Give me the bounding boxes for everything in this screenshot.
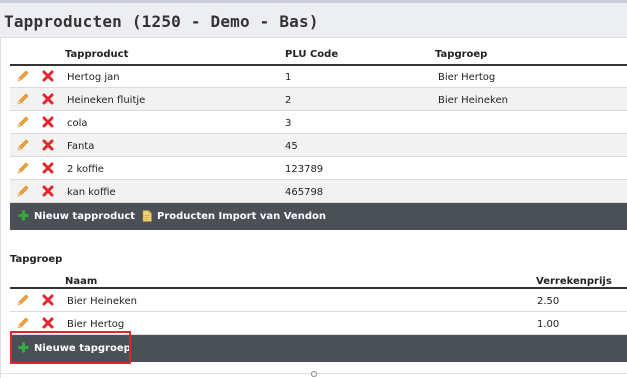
product-plu: 1 (285, 72, 292, 83)
delete-x-icon[interactable] (41, 138, 55, 152)
product-plu: 123789 (285, 164, 324, 175)
table-row: Heineken fluitje 2 Bier Heineken (10, 88, 627, 111)
product-plu: 2 (285, 95, 292, 106)
group-name: Bier Hertog (67, 319, 125, 330)
product-name: Hertog jan (67, 72, 120, 83)
product-name: Fanta (67, 141, 95, 152)
product-name: 2 koffie (67, 164, 104, 175)
column-header-naam[interactable]: Naam (65, 276, 97, 287)
pencil-icon[interactable] (16, 316, 30, 330)
column-header-tapproduct[interactable]: Tapproduct (65, 49, 128, 60)
table-row: Fanta 45 (10, 134, 627, 157)
product-plu: 3 (285, 118, 292, 129)
pencil-icon[interactable] (16, 138, 30, 152)
pencil-icon[interactable] (16, 69, 30, 83)
plus-icon (18, 210, 29, 221)
table-row: Bier Heineken 2.50 (10, 289, 627, 312)
table-row: kan koffie 465798 (10, 180, 627, 203)
pencil-icon[interactable] (16, 293, 30, 307)
product-name: cola (67, 118, 88, 129)
table-row: Hertog jan 1 Bier Hertog (10, 65, 627, 88)
pencil-icon[interactable] (16, 161, 30, 175)
page: Tapproducten (1250 - Demo - Bas) Tapprod… (0, 0, 627, 378)
product-plu: 465798 (285, 187, 324, 198)
product-name: kan koffie (67, 187, 116, 198)
frame-border (0, 37, 1, 378)
column-header-verrekenprijs[interactable]: Verrekenprijs (536, 276, 612, 287)
column-header-tapgroep[interactable]: Tapgroep (435, 49, 487, 60)
table-row: 2 koffie 123789 (10, 157, 627, 180)
delete-x-icon[interactable] (41, 316, 55, 330)
new-tapgroep-label: Nieuwe tapgroep (34, 343, 131, 354)
delete-x-icon[interactable] (41, 69, 55, 83)
new-tapproduct-label: Nieuw tapproduct (34, 211, 136, 222)
group-price: 2.50 (537, 296, 560, 307)
pencil-icon[interactable] (16, 115, 30, 129)
delete-x-icon[interactable] (41, 161, 55, 175)
table-row: Bier Hertog 1.00 (10, 312, 627, 335)
pencil-icon[interactable] (16, 184, 30, 198)
column-header-plu-code[interactable]: PLU Code (285, 49, 338, 60)
product-group: Bier Heineken (438, 95, 508, 106)
group-name: Bier Heineken (67, 296, 137, 307)
new-tapgroep-button[interactable]: Nieuwe tapgroep (16, 335, 131, 362)
product-plu: 45 (285, 141, 298, 152)
delete-x-icon[interactable] (41, 92, 55, 106)
groups-table-header: Naam Verrekenprijs (10, 266, 627, 289)
page-title: Tapproducten (1250 - Demo - Bas) (4, 12, 319, 31)
import-vendon-button[interactable]: Producten Import van Vendon (140, 203, 326, 230)
resize-handle[interactable] (311, 371, 317, 377)
new-tapproduct-button[interactable]: Nieuw tapproduct (16, 203, 135, 230)
section-title-tapgroep: Tapgroep (10, 254, 63, 265)
delete-x-icon[interactable] (41, 115, 55, 129)
delete-x-icon[interactable] (41, 184, 55, 198)
plus-icon (18, 342, 29, 353)
pencil-icon[interactable] (16, 92, 30, 106)
group-price: 1.00 (537, 319, 560, 330)
import-vendon-label: Producten Import van Vendon (157, 211, 326, 222)
delete-x-icon[interactable] (41, 293, 55, 307)
products-toolbar: Nieuw tapproduct Producten Import van Ve… (10, 203, 627, 230)
table-row: cola 3 (10, 111, 627, 134)
document-import-icon (142, 210, 152, 222)
product-name: Heineken fluitje (67, 95, 146, 106)
groups-toolbar: Nieuwe tapgroep (10, 335, 627, 362)
product-group: Bier Hertog (438, 72, 496, 83)
page-header: Tapproducten (1250 - Demo - Bas) (0, 3, 627, 38)
products-table-header: Tapproduct PLU Code Tapgroep (10, 40, 627, 66)
